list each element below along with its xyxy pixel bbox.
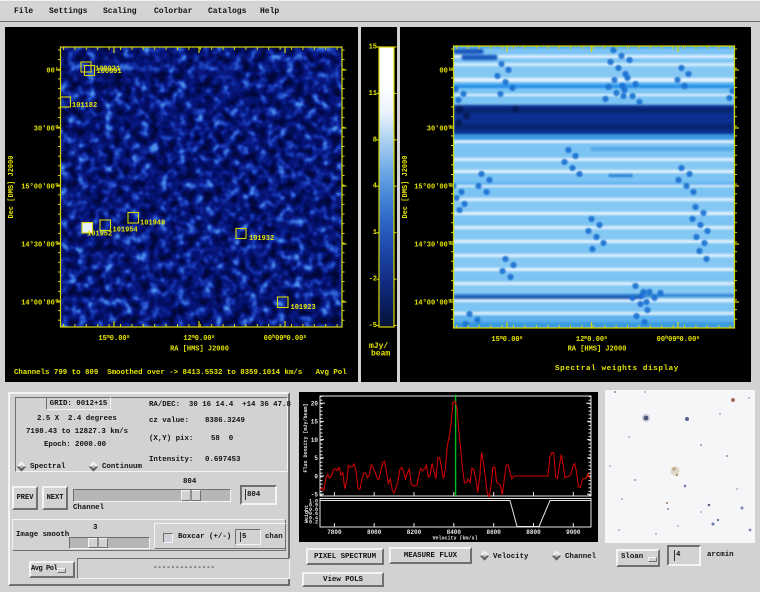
svg-text:101923: 101923 — [291, 304, 316, 312]
svg-text:4: 4 — [373, 183, 377, 191]
svg-text:8600: 8600 — [486, 529, 501, 536]
svg-text:12m0.00s: 12m0.00s — [576, 335, 607, 344]
svg-text:0: 0 — [314, 473, 318, 480]
svg-text:100891: 100891 — [97, 68, 122, 76]
svg-text:Weight: Weight — [304, 505, 310, 523]
svg-text:15: 15 — [311, 419, 319, 426]
svg-text:15m0.00s: 15m0.00s — [491, 335, 522, 344]
svg-text:00': 00' — [46, 68, 59, 76]
svg-text:00': 00' — [439, 68, 452, 76]
svg-text:15: 15 — [369, 44, 377, 52]
svg-text:15°00'00": 15°00'00" — [21, 183, 59, 192]
svg-text:11: 11 — [369, 90, 377, 98]
svg-text:8200: 8200 — [407, 529, 422, 536]
svg-text:101952: 101952 — [87, 231, 112, 239]
svg-text:Flux Density [mJy/beam]: Flux Density [mJy/beam] — [303, 403, 309, 472]
svg-text:9000: 9000 — [566, 529, 581, 536]
svg-text:00h09m0.00s: 00h09m0.00s — [657, 335, 700, 344]
svg-text:Channels 799 to 809 Smoothed: Channels 799 to 809 Smoothed over -> 841… — [14, 369, 347, 377]
svg-text:Dec [DMS] J2000: Dec [DMS] J2000 — [402, 155, 410, 218]
svg-text:Dec [DMS] J2000: Dec [DMS] J2000 — [8, 155, 16, 218]
svg-text:Spectral weights display: Spectral weights display — [555, 365, 679, 373]
svg-text:14°30'00": 14°30'00" — [414, 241, 452, 250]
svg-text:14°00'00": 14°00'00" — [414, 299, 452, 308]
svg-text:101954: 101954 — [113, 227, 138, 235]
svg-text:beam: beam — [371, 350, 390, 359]
svg-text:00h09m0.00s: 00h09m0.00s — [264, 334, 307, 343]
svg-text:-5: -5 — [369, 322, 377, 330]
svg-text:14°30'00": 14°30'00" — [21, 241, 59, 250]
svg-text:14°00'00": 14°00'00" — [21, 299, 59, 308]
svg-text:8000: 8000 — [367, 529, 382, 536]
svg-text:-5: -5 — [311, 492, 319, 499]
svg-text:10: 10 — [311, 437, 319, 444]
svg-text:1: 1 — [373, 229, 377, 237]
svg-text:Velocity [km/s]: Velocity [km/s] — [432, 536, 477, 541]
svg-text:0.2: 0.2 — [309, 520, 318, 526]
svg-text:101949: 101949 — [140, 220, 165, 228]
svg-text:30'00": 30'00" — [34, 126, 59, 134]
svg-text:7800: 7800 — [327, 529, 342, 536]
svg-text:-2: -2 — [369, 276, 377, 284]
svg-text:15°00'00": 15°00'00" — [414, 183, 452, 192]
svg-text:RA [HMS] J2000: RA [HMS] J2000 — [568, 346, 627, 354]
svg-text:12m0.00s: 12m0.00s — [183, 334, 214, 343]
svg-text:8: 8 — [373, 136, 377, 144]
svg-text:101182: 101182 — [72, 102, 97, 110]
svg-text:30'00": 30'00" — [427, 126, 452, 134]
svg-text:101932: 101932 — [249, 235, 274, 243]
svg-text:5: 5 — [314, 455, 318, 462]
svg-text:RA [HMS] J2000: RA [HMS] J2000 — [170, 346, 229, 354]
svg-text:20: 20 — [311, 401, 319, 408]
svg-text:15m0.00s: 15m0.00s — [98, 334, 129, 343]
svg-text:8800: 8800 — [526, 529, 541, 536]
